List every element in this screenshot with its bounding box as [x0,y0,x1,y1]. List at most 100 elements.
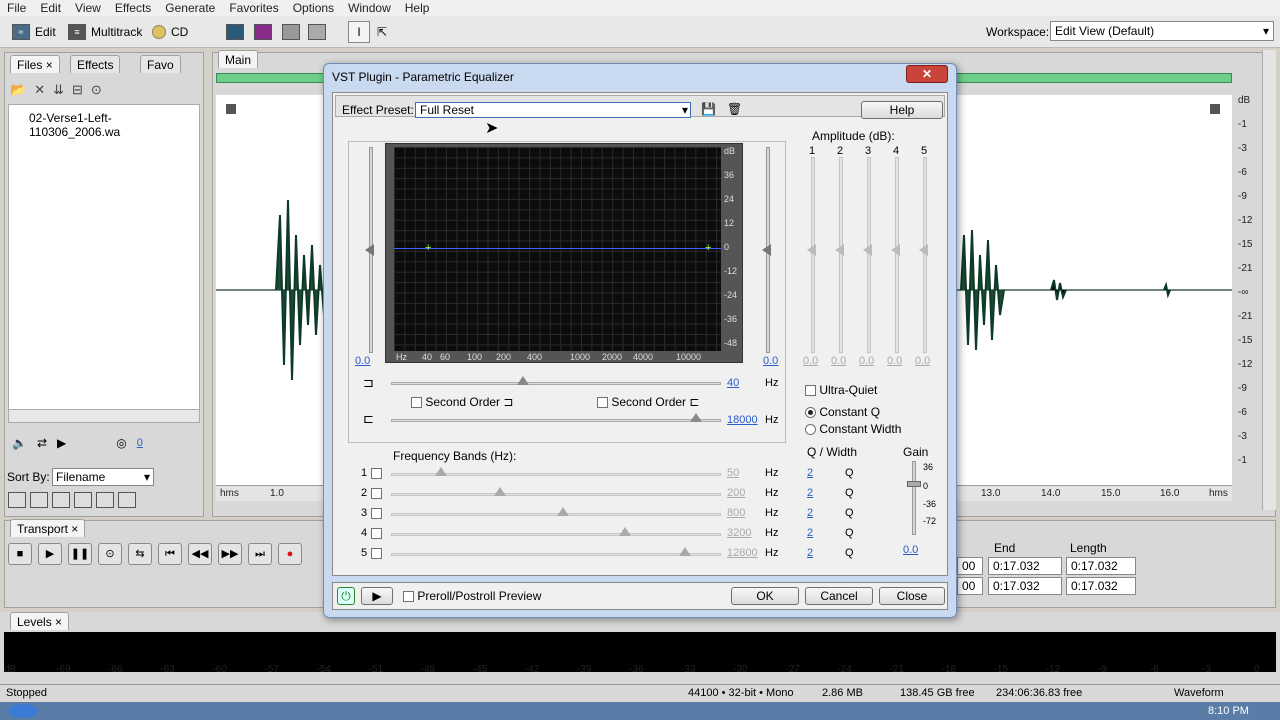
play-button[interactable]: ▶ [38,543,62,565]
band-freq-value[interactable]: 200 [727,487,745,499]
tab-transport[interactable]: Transport × [10,519,86,537]
slider-thumb[interactable] [365,244,374,256]
band-q-value[interactable]: 2 [807,547,813,559]
radio[interactable] [805,424,816,436]
eq-graph[interactable]: + + [394,147,721,351]
menu-item[interactable]: Effects [108,0,158,16]
close-icon[interactable]: × [71,522,78,536]
selection-length-field[interactable]: 0:17.032 [1066,557,1136,575]
slider-thumb[interactable] [762,244,771,256]
low-freq-value[interactable]: 40 [727,377,739,389]
tab-main[interactable]: Main [218,50,259,68]
eq-node-high[interactable]: + [705,243,711,254]
go-to-end-button[interactable]: ⏭ [248,543,272,565]
band-freq-value[interactable]: 3200 [727,527,751,539]
view-length-field[interactable]: 0:17.032 [1066,577,1136,595]
tab-favorites[interactable]: Favo [140,55,181,73]
close-icon[interactable]: ✕ [906,65,948,83]
delete-preset-icon[interactable]: 🗑 [727,102,742,116]
high-freq-value[interactable]: 18000 [727,414,758,426]
band-q-value[interactable]: 2 [807,487,813,499]
view-pan-icon[interactable] [308,21,326,43]
play-from-cursor-button[interactable]: ⊙ [98,543,122,565]
band-checkbox[interactable] [371,508,382,519]
low-cutoff-slider[interactable] [391,382,721,385]
menu-item[interactable]: Favorites [222,0,285,16]
filter-icon[interactable] [118,492,136,508]
ok-button[interactable]: OK [731,587,799,605]
amp-value[interactable]: 0.0 [887,355,902,367]
edit-file-icon[interactable]: ⊙ [91,82,102,104]
open-file-icon[interactable]: 📂 [10,82,26,104]
loop-button[interactable]: ⇆ [128,543,152,565]
close-icon[interactable]: × [55,615,62,629]
selection-end-field[interactable]: 0:17.032 [988,557,1062,575]
amp-value[interactable]: 0.0 [859,355,874,367]
eq-node-low[interactable]: + [425,243,431,254]
begin-field[interactable]: 00 [957,557,983,575]
pause-button[interactable]: ❚❚ [68,543,92,565]
left-gain-value[interactable]: 0.0 [355,355,370,367]
band-freq-value[interactable]: 800 [727,507,745,519]
menu-item[interactable]: Generate [158,0,222,16]
band-freq-value[interactable]: 50 [727,467,739,479]
close-button[interactable]: Close [879,587,945,605]
vertical-scrollbar[interactable] [1262,50,1276,510]
slider-thumb[interactable] [517,376,529,385]
import-icon[interactable]: ⇊ [53,82,64,104]
menu-item[interactable]: View [68,0,108,16]
band-checkbox[interactable] [371,488,382,499]
filter-icon[interactable] [96,492,114,508]
slider-thumb[interactable] [556,507,569,516]
band-freq-value[interactable]: 12800 [727,547,758,559]
edit-view-button[interactable]: ≈ Edit [12,21,56,43]
slider-thumb[interactable] [919,244,928,256]
checkbox[interactable] [411,397,422,409]
cancel-button[interactable]: Cancel [805,587,873,605]
workspace-select[interactable]: Edit View (Default) ▾ [1050,21,1274,41]
insert-icon[interactable]: ⊟ [72,82,83,104]
tab-files[interactable]: Files × [10,55,60,73]
ultra-quiet-option[interactable]: Ultra-Quiet [805,383,877,397]
time-selection-tool-icon[interactable]: I [348,21,370,43]
go-to-start-button[interactable]: ⏮ [158,543,182,565]
menu-item[interactable]: Options [286,0,341,16]
slider-thumb[interactable] [678,547,691,556]
preview-play-button[interactable]: ▶ [361,587,393,605]
constant-q-option[interactable]: Constant Q [805,405,880,419]
preroll-option[interactable]: Preroll/Postroll Preview [403,589,541,603]
band-q-value[interactable]: 2 [807,507,813,519]
amp-value[interactable]: 0.0 [915,355,930,367]
slider-thumb[interactable] [891,244,900,256]
power-icon[interactable]: ⏻ [337,587,355,605]
multitrack-view-button[interactable]: ≡ Multitrack [68,21,142,43]
sort-select[interactable]: Filename ▾ [52,468,154,486]
second-order-low[interactable]: Second Order ⊐ [411,395,513,409]
menu-item[interactable]: File [0,0,33,16]
fast-forward-button[interactable]: ▶▶ [218,543,242,565]
view-spectral-icon[interactable] [254,21,272,43]
band-gain-slider[interactable] [912,461,916,535]
view-spectral-pitch-icon[interactable] [282,21,300,43]
view-waveform-icon[interactable] [226,21,244,43]
slider-thumb[interactable] [863,244,872,256]
file-item[interactable]: 02-Verse1-Left-110306_2006.wa [9,105,199,139]
marker-icon[interactable] [1210,104,1220,114]
high-cutoff-slider[interactable] [391,419,721,422]
band-freq-slider[interactable] [391,553,721,556]
band-q-value[interactable]: 2 [807,467,813,479]
radio[interactable] [805,407,816,419]
filter-icon[interactable] [74,492,92,508]
amp-value[interactable]: 0.0 [831,355,846,367]
rewind-button[interactable]: ◀◀ [188,543,212,565]
tab-effects[interactable]: Effects [70,55,121,73]
cd-view-button[interactable]: CD [152,21,188,43]
menu-item[interactable]: Help [398,0,437,16]
band-checkbox[interactable] [371,468,382,479]
slider-thumb[interactable] [807,244,816,256]
filter-icon[interactable] [30,492,48,508]
close-file-icon[interactable]: ✕ [34,82,45,104]
slider-thumb[interactable] [907,481,921,487]
close-icon[interactable]: × [46,58,53,72]
record-button[interactable]: ● [278,543,302,565]
